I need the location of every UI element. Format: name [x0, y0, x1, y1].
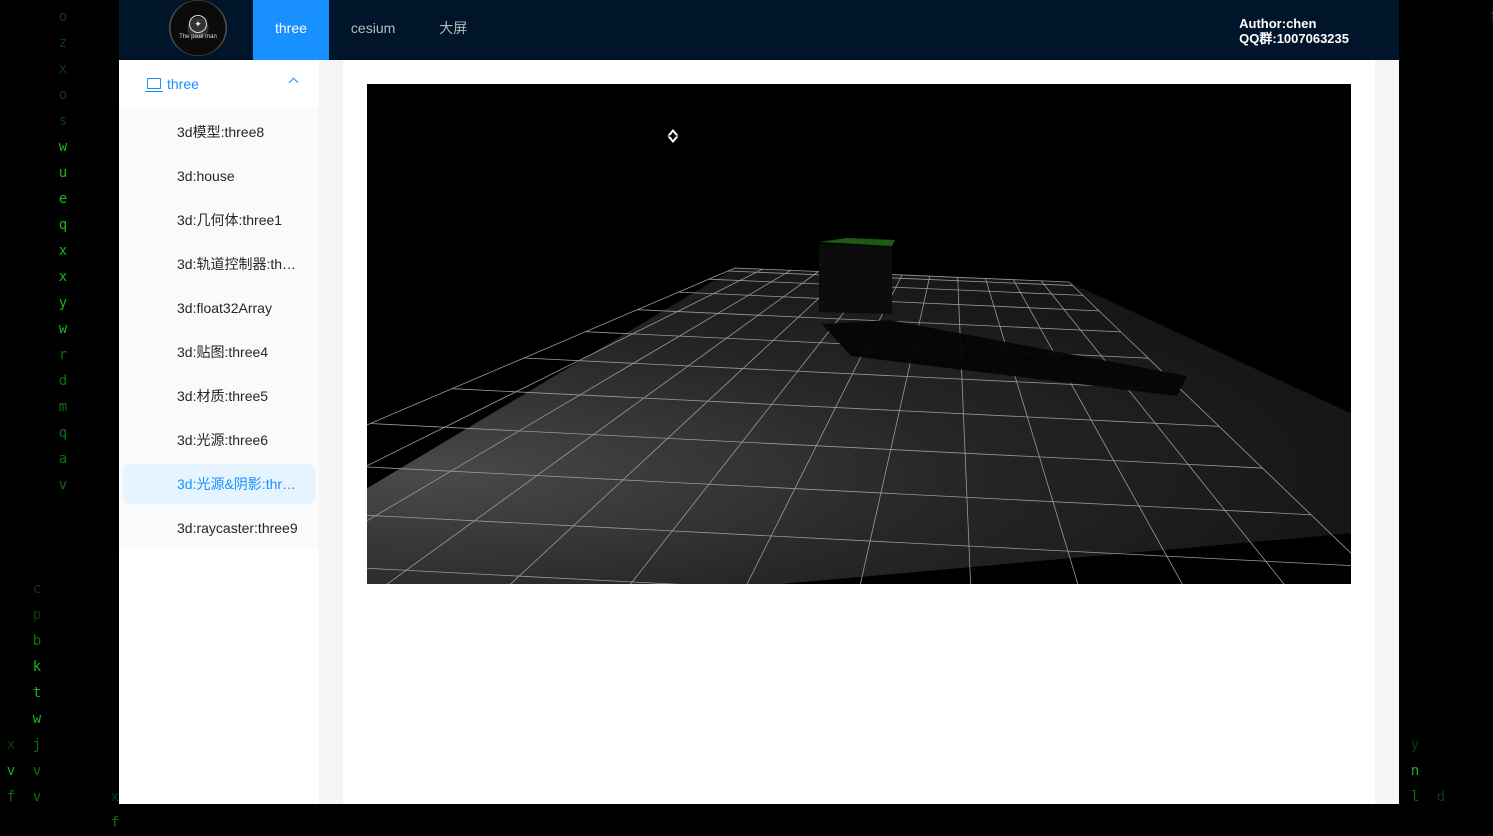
top-nav: three cesium 大屏: [253, 0, 489, 60]
matrix-rain-char: v: [58, 477, 68, 493]
matrix-rain-char: x: [58, 269, 68, 285]
nav-item-cesium[interactable]: cesium: [329, 0, 417, 60]
matrix-rain-char: f: [6, 789, 16, 805]
ground-plane: [367, 268, 1351, 584]
matrix-rain-char: d: [58, 373, 68, 389]
content-area: [319, 60, 1399, 804]
matrix-rain-column: d: [1433, 784, 1449, 810]
matrix-rain-char: c: [32, 581, 42, 597]
matrix-rain-char: s: [58, 113, 68, 129]
matrix-rain-char: j: [32, 737, 42, 753]
sidebar-item-three9[interactable]: 3d:raycaster:three9: [123, 508, 315, 548]
matrix-rain-char: w: [58, 139, 68, 155]
app-window: ✦ The pixel man three cesium 大屏 Author:c…: [119, 0, 1399, 804]
sidebar-item-three8[interactable]: 3d模型:three8: [123, 112, 315, 152]
nav-item-dashboard[interactable]: 大屏: [417, 0, 489, 60]
author-info: Author:chen QQ群:1007063235: [1239, 16, 1349, 46]
sidebar-item-three1[interactable]: 3d:几何体:three1: [123, 200, 315, 240]
matrix-rain-column: xvf: [3, 732, 19, 810]
matrix-rain-char: m: [58, 399, 68, 415]
matrix-rain-char: p: [32, 607, 42, 623]
qq-group: QQ群:1007063235: [1239, 31, 1349, 46]
matrix-rain-char: n: [1410, 763, 1420, 779]
matrix-rain-char: z: [58, 35, 68, 51]
matrix-rain-char: v: [32, 789, 42, 805]
matrix-rain-char: d: [1436, 789, 1446, 805]
matrix-rain-char: a: [58, 451, 68, 467]
content-panel: [343, 60, 1375, 804]
sidebar-item-three4[interactable]: 3d:贴图:three4: [123, 332, 315, 372]
matrix-rain-char: f: [1489, 4, 1493, 30]
matrix-rain-char: q: [58, 425, 68, 441]
matrix-rain-char: o: [58, 9, 68, 25]
matrix-rain-char: e: [58, 191, 68, 207]
matrix-rain-char: v: [32, 763, 42, 779]
submenu-label: three: [167, 76, 199, 92]
matrix-rain-char: l: [1410, 789, 1420, 805]
logo-icon: ✦: [189, 15, 207, 33]
sidebar-item-three7[interactable]: 3d:光源&阴影:three7: [123, 464, 315, 504]
three-js-logo-icon: [667, 129, 679, 143]
laptop-icon: [145, 77, 163, 92]
matrix-rain-column: ynl: [1407, 732, 1423, 810]
cube-front: [819, 244, 892, 314]
matrix-rain-char: w: [58, 321, 68, 337]
top-header: ✦ The pixel man three cesium 大屏 Author:c…: [119, 0, 1399, 60]
sidebar-item-three2[interactable]: 3d:轨道控制器:three2: [123, 244, 315, 284]
matrix-rain-column: ozxoswueqxxywrdmqav: [55, 4, 71, 498]
matrix-rain-char: y: [58, 295, 68, 311]
nav-item-three[interactable]: three: [253, 0, 329, 60]
matrix-rain-char: v: [6, 763, 16, 779]
sidebar-item-house[interactable]: 3d:house: [123, 156, 315, 196]
matrix-rain-char: r: [58, 347, 68, 363]
three-canvas[interactable]: [367, 84, 1351, 584]
matrix-rain-char: o: [58, 87, 68, 103]
matrix-rain-column: f: [1485, 4, 1493, 30]
matrix-rain-char: k: [32, 659, 42, 675]
matrix-rain-char: x: [58, 61, 68, 77]
matrix-rain-char: b: [32, 633, 42, 649]
matrix-rain-char: x: [110, 789, 120, 805]
sidebar: three 3d模型:three8 3d:house 3d:几何体:three1…: [119, 60, 320, 804]
matrix-rain-column: cpbktwjvv: [29, 576, 45, 810]
matrix-rain-char: y: [1410, 737, 1420, 753]
matrix-rain-char: f: [110, 815, 120, 831]
site-logo[interactable]: ✦ The pixel man: [169, 0, 227, 56]
three-scene[interactable]: [367, 84, 1351, 584]
chevron-up-icon: [288, 77, 299, 88]
matrix-rain-char: t: [32, 685, 42, 701]
logo-text: The pixel man: [179, 34, 217, 40]
matrix-rain-char: u: [58, 165, 68, 181]
matrix-rain-char: w: [32, 711, 42, 727]
submenu-list: 3d模型:three8 3d:house 3d:几何体:three1 3d:轨道…: [119, 108, 319, 548]
sidebar-item-float32array[interactable]: 3d:float32Array: [123, 288, 315, 328]
sidebar-item-three6[interactable]: 3d:光源:three6: [123, 420, 315, 460]
author-name: Author:chen: [1239, 16, 1317, 31]
submenu-three[interactable]: three: [119, 60, 319, 108]
matrix-rain-char: q: [58, 217, 68, 233]
matrix-rain-char: x: [58, 243, 68, 259]
matrix-rain-char: x: [6, 737, 16, 753]
sidebar-item-three5[interactable]: 3d:材质:three5: [123, 376, 315, 416]
